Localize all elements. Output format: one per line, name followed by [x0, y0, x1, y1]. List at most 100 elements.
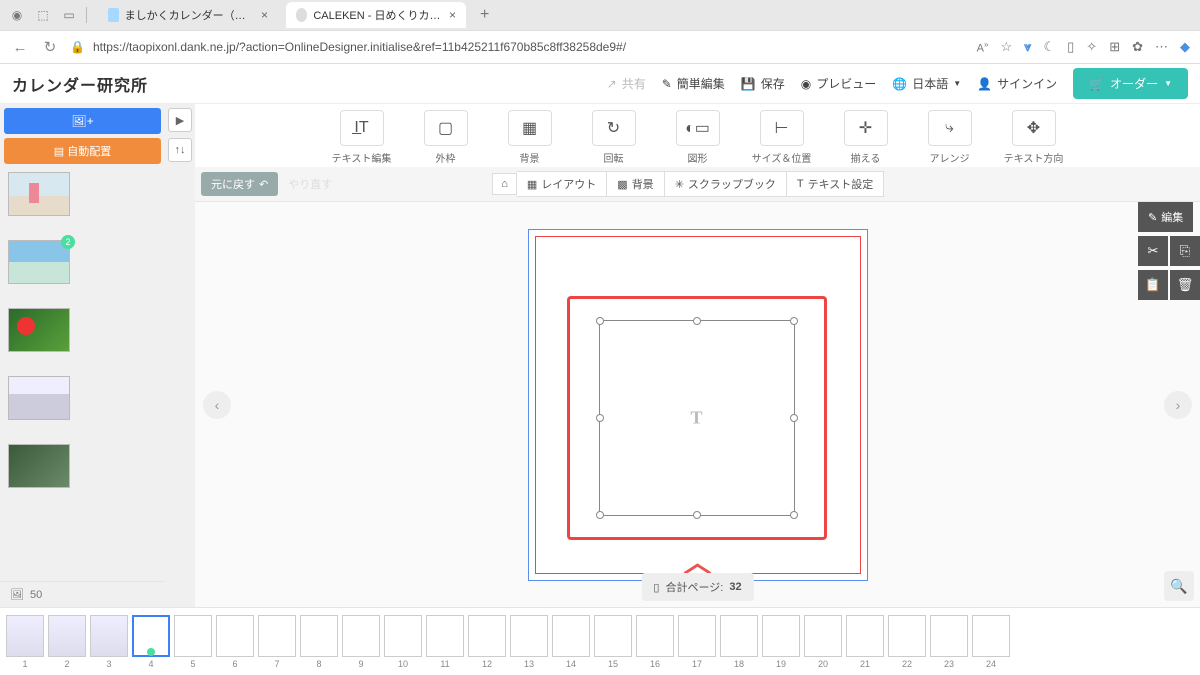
- page-thumb[interactable]: 23: [930, 615, 968, 669]
- page-thumb[interactable]: 18: [720, 615, 758, 669]
- page-thumb[interactable]: 21: [846, 615, 884, 669]
- layout-tab[interactable]: ▦レイアウト: [517, 171, 607, 197]
- tool-text-edit[interactable]: I̲Tテキスト編集: [330, 110, 394, 165]
- next-page-button[interactable]: ›: [1164, 391, 1192, 419]
- image-thumb[interactable]: [8, 172, 70, 216]
- extensions-icon[interactable]: ⊞: [1109, 39, 1120, 55]
- workspace-icon[interactable]: ⬚: [34, 6, 52, 24]
- zoom-in-button[interactable]: 🔍: [1164, 571, 1194, 601]
- page-thumb[interactable]: 16: [636, 615, 674, 669]
- page-thumb[interactable]: 8: [300, 615, 338, 669]
- tool-size-pos[interactable]: ⊢サイズ＆位置: [750, 110, 814, 165]
- scrapbook-tab[interactable]: ✳スクラップブック: [665, 171, 787, 197]
- tool-shape[interactable]: ◐▭図形: [666, 110, 730, 165]
- page-thumb[interactable]: 14: [552, 615, 590, 669]
- browser-tab-1[interactable]: ましかくカレンダー（日めくり） - ×: [98, 2, 278, 28]
- back-button[interactable]: ←: [10, 39, 30, 56]
- page-thumb[interactable]: 2: [48, 615, 86, 669]
- share-button[interactable]: ↗共有: [607, 75, 646, 92]
- ext-v-icon[interactable]: ⩔: [1024, 39, 1031, 55]
- page-thumb[interactable]: 13: [510, 615, 548, 669]
- page-thumb[interactable]: 4: [132, 615, 170, 669]
- resize-handle-se[interactable]: [790, 511, 798, 519]
- cut-button[interactable]: ✂: [1138, 236, 1168, 266]
- copy-button[interactable]: ⎘: [1170, 236, 1200, 266]
- trash-icon: 🗑: [1177, 277, 1194, 293]
- ext-c-icon[interactable]: ☾: [1043, 39, 1055, 55]
- collections-icon[interactable]: ▯: [1067, 39, 1074, 55]
- canvas[interactable]: ‹ › T ︿︿ ▯ 合計: [195, 202, 1200, 607]
- profile-icon[interactable]: ◉: [8, 6, 26, 24]
- left-column: 🖼+ ▤自動配置 2 🖼 50: [0, 104, 165, 607]
- undo-button[interactable]: 元に戻す↶: [201, 172, 278, 196]
- resize-handle-sw[interactable]: [596, 511, 604, 519]
- copilot-icon[interactable]: ◆: [1180, 39, 1190, 55]
- page-thumb[interactable]: 7: [258, 615, 296, 669]
- sort-button[interactable]: ↑↓: [168, 138, 192, 162]
- tool-rotate[interactable]: ↻回転: [582, 110, 646, 165]
- more-icon[interactable]: ⋯: [1155, 39, 1168, 55]
- tool-arrange[interactable]: ⤷アレンジ: [918, 110, 982, 165]
- tool-align[interactable]: ✛揃える: [834, 110, 898, 165]
- tab-close-2[interactable]: ×: [449, 8, 456, 22]
- page-thumb[interactable]: 20: [804, 615, 842, 669]
- image-thumb[interactable]: [8, 376, 70, 420]
- tab-close-1[interactable]: ×: [261, 8, 268, 22]
- page-thumb[interactable]: 10: [384, 615, 422, 669]
- page-thumb[interactable]: 12: [468, 615, 506, 669]
- new-tab-button[interactable]: +: [474, 6, 495, 24]
- prev-page-button[interactable]: ‹: [203, 391, 231, 419]
- image-thumb[interactable]: 2: [8, 240, 70, 284]
- url-field[interactable]: 🔒 https://taopixonl.dank.ne.jp/?action=O…: [70, 40, 967, 54]
- tool-frame[interactable]: ▢外枠: [414, 110, 478, 165]
- order-button[interactable]: 🛒オーダー▼: [1073, 68, 1188, 99]
- resize-handle-ne[interactable]: [790, 317, 798, 325]
- simple-edit-button[interactable]: ✎簡単編集: [662, 75, 725, 92]
- home-tab[interactable]: ⌂: [492, 173, 517, 195]
- language-selector[interactable]: 🌐日本語▼: [892, 75, 961, 92]
- app-header: カレンダー研究所 ↗共有 ✎簡単編集 💾保存 ◉プレビュー 🌐日本語▼ 👤サイン…: [0, 64, 1200, 104]
- resize-handle-w[interactable]: [596, 414, 604, 422]
- browser-tab-2[interactable]: CALEKEN - 日めくりカレンダー ×: [286, 2, 466, 28]
- page-thumb[interactable]: 17: [678, 615, 716, 669]
- delete-button[interactable]: 🗑: [1170, 270, 1200, 300]
- favorite-icon[interactable]: ☆: [1000, 39, 1012, 55]
- page-thumb[interactable]: 11: [426, 615, 464, 669]
- save-button[interactable]: 💾保存: [741, 75, 785, 92]
- redo-button[interactable]: やり直す: [278, 172, 342, 196]
- image-thumb[interactable]: [8, 308, 70, 352]
- auto-layout-button[interactable]: ▤自動配置: [4, 138, 161, 164]
- add-images-button[interactable]: 🖼+: [4, 108, 161, 134]
- tool-background[interactable]: ▦背景: [498, 110, 562, 165]
- resize-handle-e[interactable]: [790, 414, 798, 422]
- page-thumb[interactable]: 22: [888, 615, 926, 669]
- tool-text-dir[interactable]: ✥テキスト方向: [1002, 110, 1066, 165]
- signin-button[interactable]: 👤サインイン: [977, 75, 1057, 92]
- page-thumb[interactable]: 19: [762, 615, 800, 669]
- background-tab[interactable]: ▩背景: [607, 171, 664, 197]
- resize-handle-n[interactable]: [693, 317, 701, 325]
- refresh-button[interactable]: ↻: [40, 38, 60, 56]
- resize-handle-s[interactable]: [693, 511, 701, 519]
- reading-mode-icon[interactable]: A»: [977, 40, 989, 55]
- preview-button[interactable]: ◉プレビュー: [801, 75, 877, 92]
- image-thumbnail-panel: 2: [0, 168, 165, 581]
- page-thumb[interactable]: 6: [216, 615, 254, 669]
- edit-panel-button[interactable]: ✎編集: [1138, 202, 1193, 232]
- page-thumb[interactable]: 15: [594, 615, 632, 669]
- paste-button[interactable]: 📋: [1138, 270, 1168, 300]
- selected-text-box[interactable]: T: [599, 320, 795, 516]
- page-thumb[interactable]: 3: [90, 615, 128, 669]
- text-settings-tab[interactable]: Tテキスト設定: [787, 171, 884, 197]
- favorites-bar-icon[interactable]: ✧: [1086, 39, 1097, 55]
- image-thumb[interactable]: [8, 444, 70, 488]
- resize-handle-nw[interactable]: [596, 317, 604, 325]
- tabs-icon[interactable]: ▭: [60, 6, 78, 24]
- collapse-panel-button[interactable]: ▶: [168, 108, 192, 132]
- page-frame[interactable]: T ︿︿: [528, 229, 868, 581]
- page-thumb[interactable]: 5: [174, 615, 212, 669]
- puzzle-icon[interactable]: ✿: [1132, 39, 1143, 55]
- page-thumb[interactable]: 1: [6, 615, 44, 669]
- page-thumb[interactable]: 24: [972, 615, 1010, 669]
- page-thumb[interactable]: 9: [342, 615, 380, 669]
